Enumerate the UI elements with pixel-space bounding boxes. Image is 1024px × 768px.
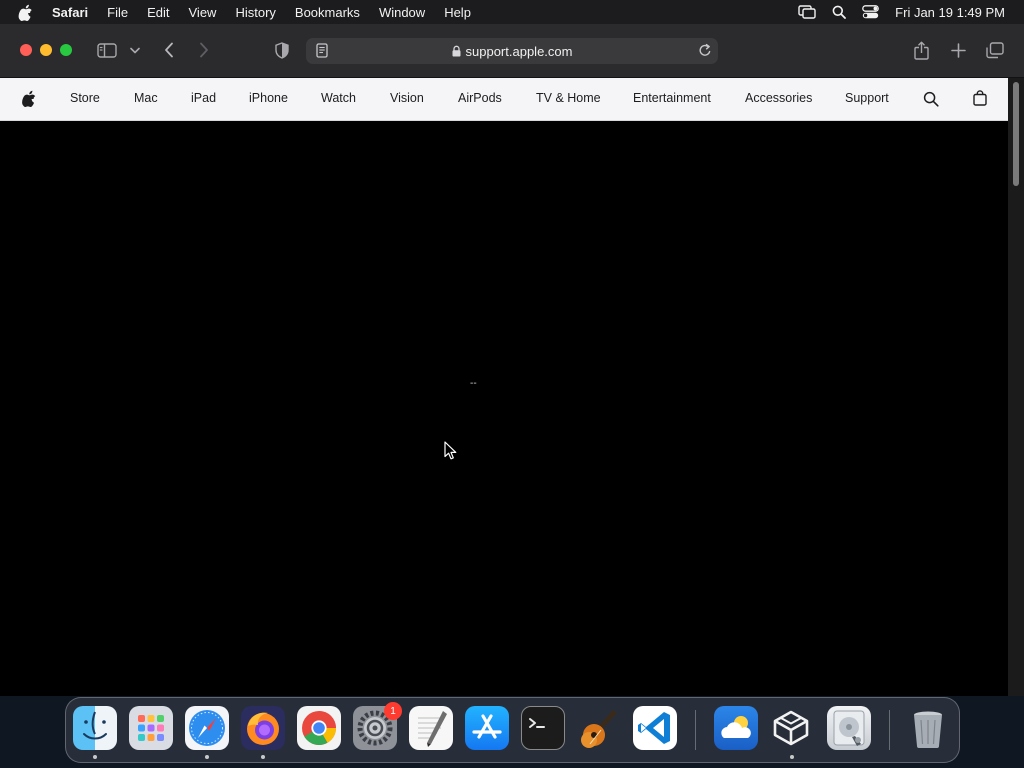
- finder-running-indicator: [93, 755, 97, 759]
- perplexity-icon[interactable]: [769, 706, 813, 750]
- screen-mirroring-icon[interactable]: [798, 5, 816, 19]
- nav-entertainment[interactable]: Entertainment: [633, 91, 711, 105]
- safari-dock-icon[interactable]: [185, 706, 229, 750]
- page-content: --: [0, 122, 1008, 696]
- minimize-window-button[interactable]: [40, 44, 52, 56]
- apple-logo-icon[interactable]: [22, 90, 36, 107]
- textedit-icon[interactable]: [409, 706, 453, 750]
- vscode-icon[interactable]: [633, 706, 677, 750]
- firefox-icon[interactable]: [241, 706, 285, 750]
- loading-placeholder: --: [470, 378, 477, 389]
- control-center-icon[interactable]: [862, 5, 880, 19]
- mouse-pointer-icon: [444, 441, 457, 465]
- browser-toolbar: support.apple.com: [0, 24, 1024, 78]
- zoom-window-button[interactable]: [60, 44, 72, 56]
- new-tab-icon[interactable]: [949, 41, 967, 59]
- spotlight-search-icon[interactable]: [832, 5, 847, 19]
- safari-running-indicator: [205, 755, 209, 759]
- menu-bar: Safari File Edit View History Bookmarks …: [0, 0, 1024, 24]
- disk-utility-icon[interactable]: [827, 706, 871, 750]
- back-icon[interactable]: [160, 41, 178, 59]
- apple-global-nav: Store Mac iPad iPhone Watch Vision AirPo…: [0, 78, 1008, 121]
- address-bar[interactable]: support.apple.com: [306, 38, 718, 64]
- nav-iphone[interactable]: iPhone: [249, 91, 288, 105]
- menu-view[interactable]: View: [189, 5, 217, 20]
- bag-icon[interactable]: [973, 90, 987, 106]
- close-window-button[interactable]: [20, 44, 32, 56]
- sidebar-icon[interactable]: [96, 41, 118, 59]
- scrollbar-thumb[interactable]: [1013, 82, 1019, 186]
- nav-mac[interactable]: Mac: [134, 91, 158, 105]
- nav-store[interactable]: Store: [70, 91, 100, 105]
- share-icon[interactable]: [912, 40, 930, 60]
- nav-vision[interactable]: Vision: [390, 91, 424, 105]
- weather-icon[interactable]: [714, 706, 758, 750]
- terminal-icon[interactable]: [521, 706, 565, 750]
- settings-notification-badge: 1: [384, 702, 402, 720]
- address-url: support.apple.com: [465, 43, 573, 59]
- nav-accessories[interactable]: Accessories: [745, 91, 812, 105]
- apple-menu-icon[interactable]: [18, 4, 38, 21]
- chevron-down-icon[interactable]: [128, 43, 142, 57]
- nav-watch[interactable]: Watch: [321, 91, 356, 105]
- menu-file[interactable]: File: [107, 5, 128, 20]
- menu-bar-clock[interactable]: Fri Jan 19 1:49 PM: [895, 5, 1005, 20]
- garageband-icon[interactable]: [577, 706, 621, 750]
- launchpad-icon[interactable]: [129, 706, 173, 750]
- firefox-running-indicator: [261, 755, 265, 759]
- perplexity-running-indicator: [790, 755, 794, 759]
- dock-separator: [695, 710, 696, 750]
- nav-ipad[interactable]: iPad: [191, 91, 216, 105]
- tab-overview-icon[interactable]: [985, 41, 1005, 59]
- dock: [65, 697, 960, 763]
- nav-tv-home[interactable]: TV & Home: [536, 91, 601, 105]
- menu-help[interactable]: Help: [444, 5, 471, 20]
- search-icon[interactable]: [923, 91, 939, 107]
- nav-airpods[interactable]: AirPods: [458, 91, 502, 105]
- menu-edit[interactable]: Edit: [147, 5, 169, 20]
- finder-icon[interactable]: [73, 706, 117, 750]
- nav-support[interactable]: Support: [845, 91, 889, 105]
- menu-bookmarks[interactable]: Bookmarks: [295, 5, 360, 20]
- menu-safari[interactable]: Safari: [52, 5, 88, 20]
- trash-icon[interactable]: [906, 706, 950, 750]
- reload-icon[interactable]: [698, 43, 712, 61]
- chrome-icon[interactable]: [297, 706, 341, 750]
- privacy-shield-icon[interactable]: [273, 41, 291, 59]
- forward-icon[interactable]: [195, 41, 213, 59]
- dock-separator-trash: [889, 710, 890, 750]
- menu-history[interactable]: History: [235, 5, 275, 20]
- lock-icon: [452, 45, 461, 57]
- app-store-icon[interactable]: [465, 706, 509, 750]
- menu-window[interactable]: Window: [379, 5, 425, 20]
- reader-icon[interactable]: [316, 43, 328, 61]
